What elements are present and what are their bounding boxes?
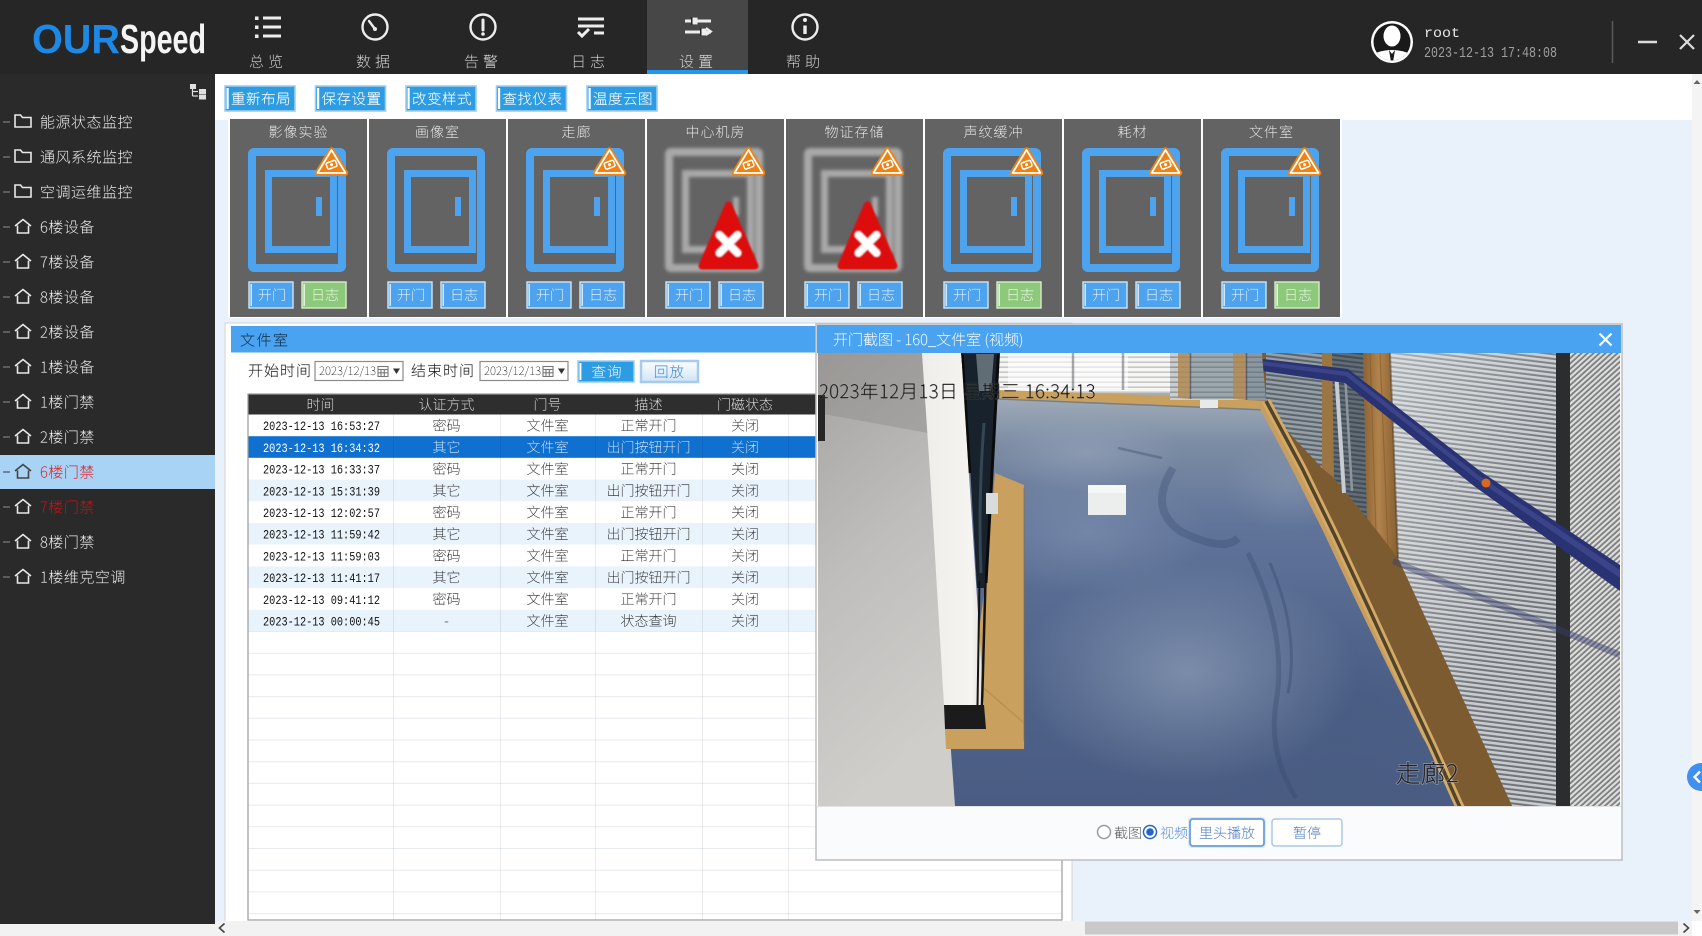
svg-text:2023-12-13 15:31:39: 2023-12-13 15:31:39 [263,484,380,499]
svg-text:2023-12-13 11:41:17: 2023-12-13 11:41:17 [263,571,380,586]
svg-text:2023-12-13 11:59:03: 2023-12-13 11:59:03 [263,549,380,564]
svg-text:2023-12-13 00:00:45: 2023-12-13 00:00:45 [263,615,380,630]
svg-text:Speed: Speed [120,16,206,62]
svg-text:2023-12-13 16:53:27: 2023-12-13 16:53:27 [263,419,380,434]
svg-text:2023-12-13 17:48:08: 2023-12-13 17:48:08 [1424,46,1557,62]
svg-text:2023-12-13 11:59:42: 2023-12-13 11:59:42 [263,528,380,543]
svg-text:root: root [1424,26,1460,42]
svg-text:2023-12-13 09:41:12: 2023-12-13 09:41:12 [263,593,380,608]
svg-text:2023-12-13 16:34:32: 2023-12-13 16:34:32 [263,441,380,456]
svg-text:OUR: OUR [32,16,120,62]
svg-text:2023-12-13 12:02:57: 2023-12-13 12:02:57 [263,506,380,521]
svg-text:2023-12-13 16:33:37: 2023-12-13 16:33:37 [263,463,380,478]
